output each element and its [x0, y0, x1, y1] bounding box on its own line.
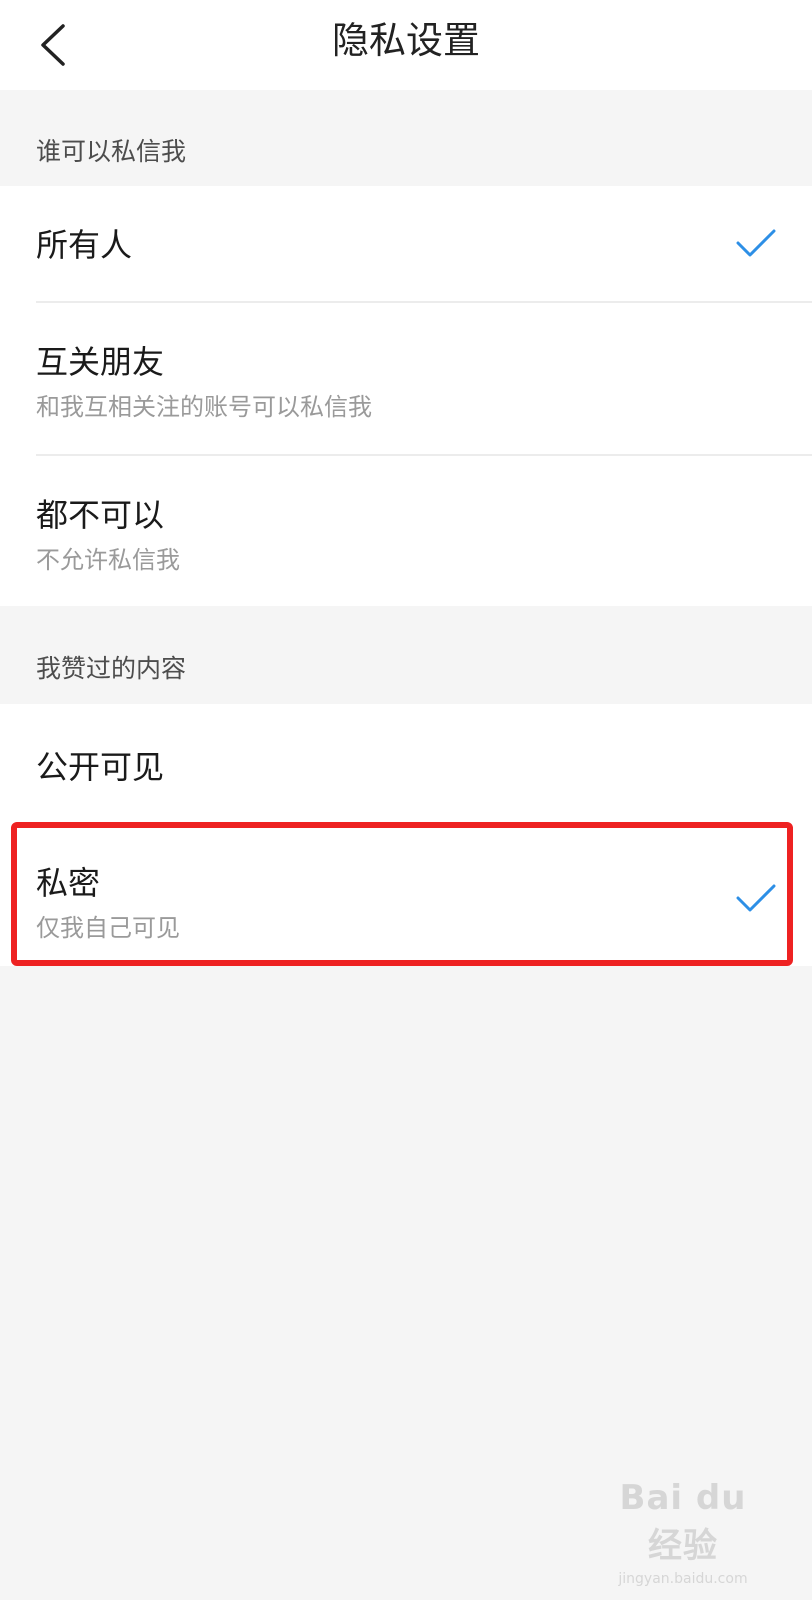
option-title: 公开可见 [36, 748, 165, 786]
option-title: 私密 [36, 864, 101, 902]
option-title: 都不可以 [36, 496, 165, 534]
option-subtitle: 仅我自己可见 [36, 914, 180, 942]
watermark-url: jingyan.baidu.com [618, 1571, 748, 1587]
option-public[interactable]: 公开可见 [0, 704, 812, 820]
section-header-who-can-message: 谁可以私信我 [36, 137, 187, 166]
option-title: 所有人 [36, 226, 133, 264]
header-bar: 隐私设置 [0, 0, 812, 90]
checkmark-icon [736, 884, 776, 912]
baidu-jingyan-watermark: Bai du 经验 jingyan.baidu.com [598, 1478, 768, 1587]
option-subtitle: 不允许私信我 [36, 546, 180, 574]
page-title: 隐私设置 [332, 19, 480, 62]
section-header-liked-content: 我赞过的内容 [36, 654, 187, 683]
option-mutual-friends[interactable]: 互关朋友 和我互相关注的账号可以私信我 [0, 303, 812, 455]
liked-content-visibility-group: 公开可见 私密 仅我自己可见 [0, 704, 812, 966]
checkmark-icon [736, 229, 776, 257]
option-title: 互关朋友 [36, 343, 165, 381]
option-nobody[interactable]: 都不可以 不允许私信我 [0, 456, 812, 606]
option-everyone[interactable]: 所有人 [0, 186, 812, 303]
option-subtitle: 和我互相关注的账号可以私信我 [36, 393, 372, 421]
message-permission-group: 所有人 互关朋友 和我互相关注的账号可以私信我 都不可以 不允许私信我 [0, 186, 812, 606]
watermark-logo: Bai du 经验 [619, 1478, 747, 1566]
option-private[interactable]: 私密 仅我自己可见 [0, 820, 812, 966]
